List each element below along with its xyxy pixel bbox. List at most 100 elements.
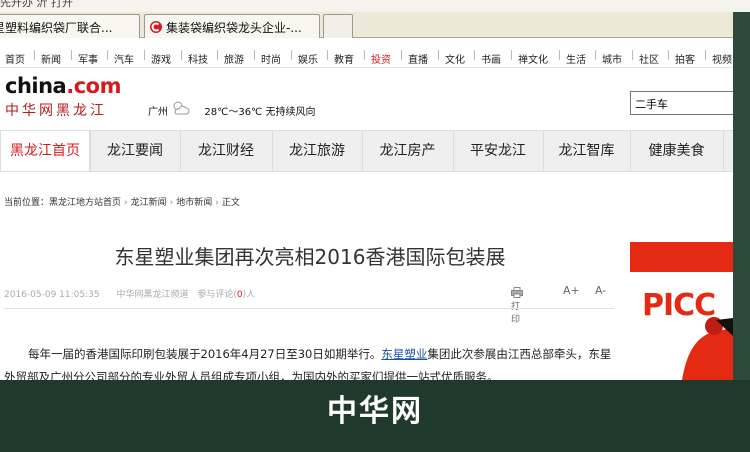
channel-tab-active[interactable]: 黑龙江首页 [0, 131, 90, 171]
nav-link[interactable]: 文化 [445, 51, 465, 66]
nav-link[interactable]: 教育 [334, 51, 354, 66]
nav-separator [291, 50, 292, 60]
nav-link[interactable]: 禅文化 [518, 51, 548, 66]
nav-link[interactable]: 游戏 [151, 51, 171, 66]
nav-link[interactable]: 军事 [78, 51, 98, 66]
nav-separator [327, 50, 328, 60]
channel-separator [723, 131, 724, 171]
article-source[interactable]: 中华网黑龙江频道 [116, 290, 188, 300]
browser-tab-bar: 星塑料编织袋厂联合... 集装袋编织袋龙头企业-... [0, 12, 750, 38]
weather-text: 28℃～36℃ 无持续风向 [204, 107, 316, 118]
nav-link[interactable]: 书画 [481, 51, 501, 66]
comments-suffix: )人 [242, 290, 256, 300]
logo-main: china [5, 74, 67, 98]
nav-link[interactable]: 汽车 [114, 51, 134, 66]
article-date: 2016-05-09 11:05:35 [4, 290, 100, 300]
channel-bar: 黑龙江首页龙江要闻龙江财经龙江旅游龙江房产平安龙江龙江智库健康美食得 [0, 130, 750, 172]
nav-link[interactable]: 拍客 [675, 51, 695, 66]
nav-link[interactable]: 直播 [408, 51, 428, 66]
nav-separator [34, 50, 35, 60]
meta-divider [4, 308, 614, 309]
browser-tab[interactable]: 集装袋编织袋龙头企业-... [144, 14, 320, 38]
nav-link[interactable]: 旅游 [224, 51, 244, 66]
breadcrumb-current: 正文 [221, 198, 240, 208]
nav-separator [632, 50, 633, 60]
channel-tab[interactable]: 龙江智库 [543, 131, 630, 171]
nav-link[interactable]: 科技 [188, 51, 208, 66]
company-link[interactable]: 东星塑业 [381, 347, 427, 361]
channel-separator [630, 131, 631, 171]
picc-ad-graphic: PICC [642, 288, 733, 380]
article-paragraph: 每年一届的香港国际印刷包装展于2016年4月27日至30日如期举行。东星塑业集团… [4, 343, 616, 380]
vertical-scrollbar[interactable] [733, 12, 750, 380]
nav-link[interactable]: 视频 [712, 51, 732, 66]
channel-tab[interactable]: 龙江房产 [362, 131, 453, 171]
channel-tab[interactable]: 龙江财经 [180, 131, 272, 171]
site-top-nav: 首页 新闻 军事 汽车 游戏 科技 旅游 时尚 娱乐 教育 投资 直播 文化 书画 禅文化 生活 城市 社区 拍客 视… [0, 47, 733, 67]
nav-separator [254, 50, 255, 60]
china-com-favicon-icon [150, 21, 162, 33]
nav-separator [181, 50, 182, 60]
search-input[interactable]: 二手车 [630, 91, 746, 115]
channel-tab[interactable]: 平安龙江 [453, 131, 543, 171]
breadcrumb-separator: › [169, 198, 174, 208]
font-decrease-button[interactable]: A- [595, 284, 606, 300]
nav-separator [401, 50, 402, 60]
nav-link[interactable]: 新闻 [41, 51, 61, 66]
site-logo[interactable]: china.com [5, 74, 121, 98]
nav-link[interactable]: 首页 [5, 51, 25, 66]
channel-separator [362, 131, 363, 171]
channel-separator [543, 131, 544, 171]
nav-separator [474, 50, 475, 60]
logo-dot-com: .com [66, 74, 121, 98]
nav-link[interactable]: 生活 [566, 51, 586, 66]
channel-tab[interactable]: 健康美食 [630, 131, 723, 171]
top-strip-text: 先开办 沂 打开 [0, 0, 73, 9]
paragraph-text: 每年一届的香港国际印刷包装展于2016年4月27日至30日如期举行。 [28, 347, 382, 361]
nav-separator [595, 50, 596, 60]
printer-icon [511, 287, 523, 298]
nav-separator [144, 50, 145, 60]
browser-tab-label: 集装袋编织袋龙头企业-... [166, 21, 302, 35]
picc-ad[interactable]: PICC [630, 278, 733, 380]
channel-tab[interactable]: 龙江要闻 [90, 131, 180, 171]
nav-separator [559, 50, 560, 60]
nav-separator [511, 50, 512, 60]
partly-cloudy-icon [173, 101, 190, 115]
nav-separator [107, 50, 108, 60]
breadcrumb-link[interactable]: 龙江新闻 [131, 198, 167, 208]
print-button[interactable]: 打印 [511, 286, 523, 325]
nav-separator [668, 50, 669, 60]
nav-link[interactable]: 城市 [602, 51, 622, 66]
breadcrumb-separator: › [215, 198, 219, 208]
nav-link[interactable]: 时尚 [261, 51, 281, 66]
breadcrumb-link[interactable]: 地市新闻 [176, 198, 212, 208]
comments-link[interactable]: 参与评论(0)人 [197, 290, 255, 300]
font-increase-button[interactable]: A+ [563, 284, 580, 300]
ad-banner-top[interactable] [630, 242, 733, 272]
browser-tab-label: 星塑料编织袋厂联合... [0, 21, 113, 35]
channel-separator [180, 131, 181, 171]
picc-logo-text: PICC [642, 288, 715, 323]
nav-link[interactable]: 投资 [371, 51, 391, 66]
channel-separator [272, 131, 273, 171]
breadcrumb-link[interactable]: 黑龙江地方站首页 [49, 198, 121, 208]
browser-tab[interactable]: 星塑料编织袋厂联合... [0, 14, 140, 38]
print-label: 打印 [511, 302, 521, 325]
browser-viewport: 先开办 沂 打开 星塑料编织袋厂联合... 集装袋编织袋龙头企业-... 首页 新… [0, 0, 750, 380]
channel-separator [90, 131, 91, 171]
comments-prefix: 参与评论( [197, 290, 237, 300]
nav-separator [438, 50, 439, 60]
caption-text: 中华网 [327, 394, 423, 429]
nav-divider [0, 67, 733, 68]
nav-link[interactable]: 娱乐 [298, 51, 318, 66]
breadcrumb-prefix: 当前位置： [4, 198, 50, 208]
logo-subtitle: 中华网黑龙江 [5, 103, 107, 119]
browser-new-tab[interactable] [323, 14, 353, 38]
channel-tab[interactable]: 龙江旅游 [272, 131, 362, 171]
article-meta: 2016-05-09 11:05:35 中华网黑龙江频道 参与评论(0)人 [4, 287, 255, 300]
weather-city: 广州 [148, 107, 168, 118]
nav-link[interactable]: 社区 [639, 51, 659, 66]
channel-separator [453, 131, 454, 171]
nav-separator [217, 50, 218, 60]
